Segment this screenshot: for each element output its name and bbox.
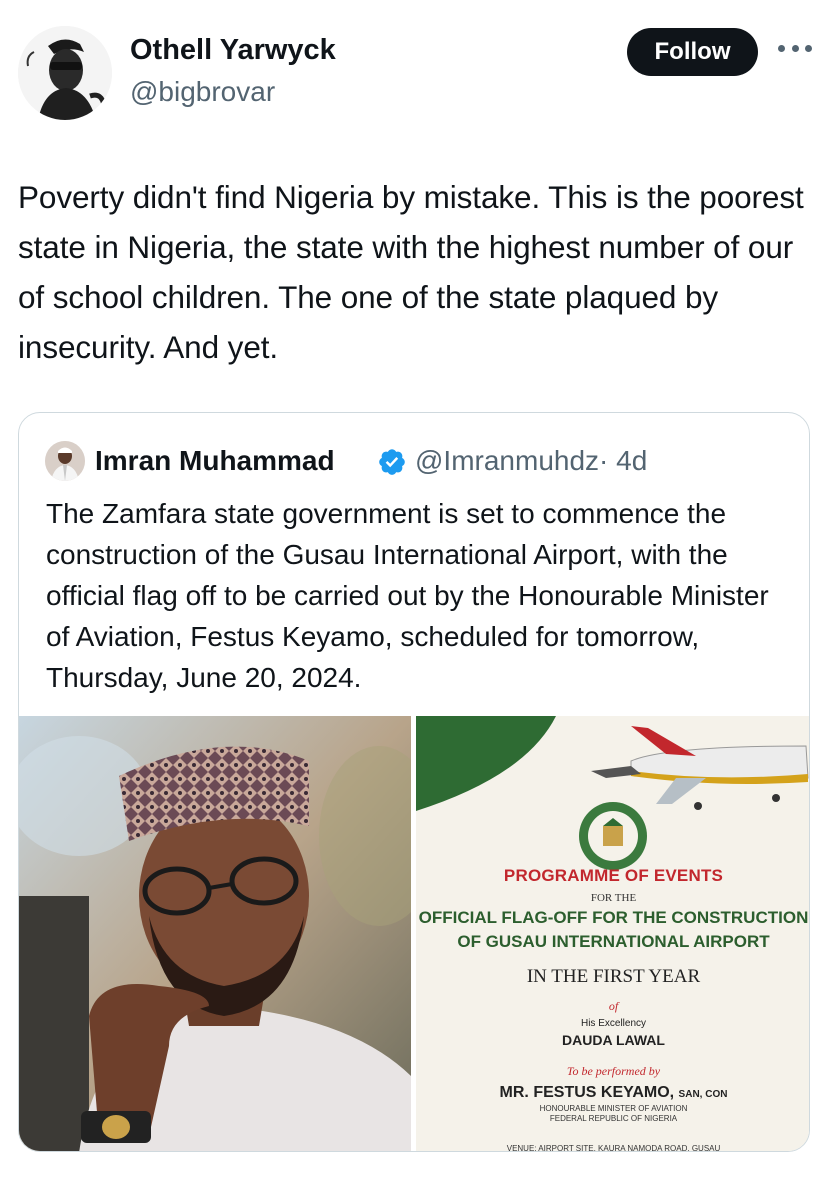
media-photo-portrait[interactable]	[19, 716, 411, 1151]
doc-minister: MR. FESTUS KEYAMO, SAN, CON	[499, 1084, 728, 1101]
quoted-media[interactable]: PROGRAMME OF EVENTS FOR THE OFFICIAL FLA…	[19, 716, 809, 1152]
doc-excellency: His Excellency	[580, 1018, 647, 1029]
doc-for-the: FOR THE	[590, 892, 637, 904]
author-handle[interactable]: @bigbrovar	[130, 76, 275, 108]
dot-separator: ·	[599, 445, 609, 476]
quoted-tweet-card[interactable]: Imran Muhammad @Imranmuhdz· 4d The Zamfa…	[18, 412, 810, 1152]
media-photo-programme[interactable]: PROGRAMME OF EVENTS FOR THE OFFICIAL FLA…	[416, 716, 809, 1152]
tweet-text: Poverty didn't find Nigeria by mistake. …	[18, 179, 804, 365]
doc-of: of	[608, 999, 619, 1013]
doc-event-title: OFFICIAL FLAG-OFF FOR THE CONSTRUCTION O…	[418, 908, 809, 951]
doc-minister-title: HONOURABLE MINISTER OF AVIATION FEDERAL …	[539, 1104, 688, 1123]
author-avatar[interactable]	[18, 26, 112, 120]
quoted-author-avatar[interactable]	[45, 441, 85, 481]
quoted-tweet-text: The Zamfara state government is set to c…	[46, 498, 769, 693]
doc-governor: DAUDA LAWAL	[562, 1032, 665, 1048]
quoted-author-name[interactable]: Imran Muhammad	[95, 445, 335, 477]
quoted-author-handle[interactable]: @Imranmuhdz· 4d	[415, 445, 647, 477]
doc-heading: PROGRAMME OF EVENTS	[503, 866, 724, 885]
doc-venue: VENUE: AIRPORT SITE, KAURA NAMODA ROAD, …	[506, 1144, 721, 1152]
doc-year-line: IN THE FIRST YEAR	[526, 966, 701, 987]
verified-badge-icon	[379, 449, 405, 475]
follow-button[interactable]: Follow	[627, 28, 758, 76]
quoted-timestamp[interactable]: 4d	[616, 445, 647, 476]
more-horizontal-icon[interactable]	[778, 40, 812, 56]
author-name[interactable]: Othell Yarwyck	[130, 34, 336, 67]
doc-performed-by: To be performed by	[566, 1064, 661, 1078]
